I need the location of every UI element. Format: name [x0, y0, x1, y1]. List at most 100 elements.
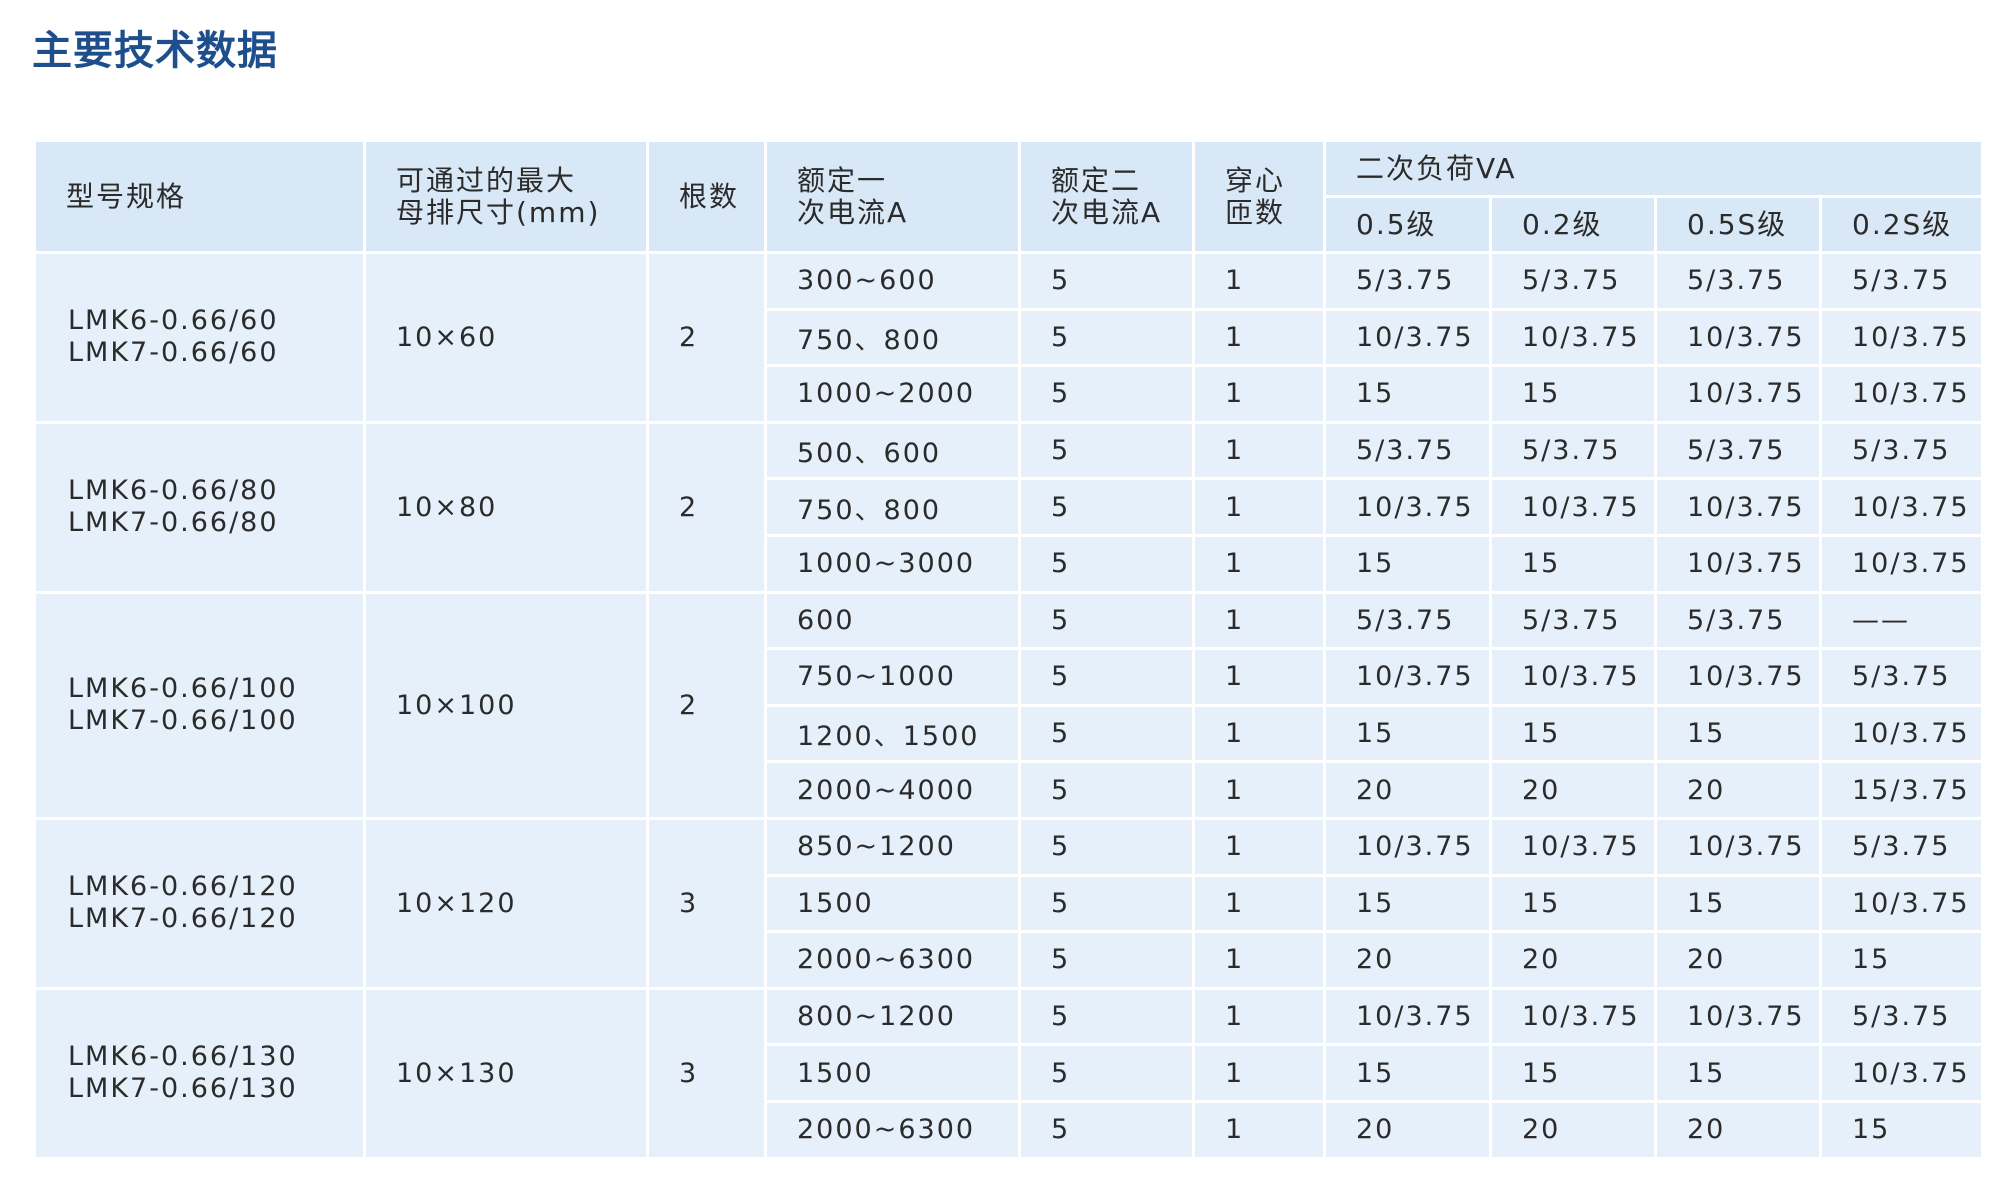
header-turns-line2: 匝数 — [1225, 195, 1286, 229]
load-cell: 15 — [1818, 1099, 1985, 1160]
turns-cell: 1 — [1192, 307, 1326, 368]
header-turns: 穿心 匝数 — [1192, 139, 1326, 254]
count-cell: 3 — [646, 816, 767, 990]
table-body: LMK6-0.66/60 LMK7-0.66/60 10×60 2 300~600 5 1 5… — [33, 251, 1985, 1160]
load-cell: 15 — [1489, 364, 1657, 424]
load-cell: 5/3.75 — [1818, 647, 1985, 707]
load-cell: 5/3.75 — [1654, 420, 1822, 481]
turns-cell: 1 — [1192, 647, 1326, 707]
load-cell: 20 — [1654, 760, 1822, 820]
load-cell: 10/3.75 — [1654, 307, 1822, 368]
primary-current-cell: 2000~6300 — [764, 1099, 1021, 1160]
load-cell: 20 — [1489, 760, 1657, 820]
header-busbar: 可通过的最大 母排尺寸(mm) — [363, 139, 649, 254]
load-cell: 10/3.75 — [1654, 986, 1822, 1047]
load-cell: 10/3.75 — [1489, 986, 1657, 1047]
table-row: LMK6-0.66/120 LMK7-0.66/120 10×120 3 850~120… — [33, 816, 1985, 990]
busbar-cell: 10×100 — [363, 590, 649, 820]
load-cell: 15/3.75 — [1818, 760, 1985, 820]
load-cell: 15 — [1489, 703, 1657, 764]
secondary-current-cell: 5 — [1018, 703, 1195, 764]
load-cell: 20 — [1323, 760, 1492, 820]
load-cell: 20 — [1489, 1099, 1657, 1160]
load-cell: 10/3.75 — [1654, 364, 1822, 424]
load-cell: 10/3.75 — [1323, 986, 1492, 1047]
load-cell: 20 — [1489, 930, 1657, 990]
model-name: LMK7-0.66/80 — [68, 507, 279, 539]
load-cell: 5/3.75 — [1654, 251, 1822, 311]
secondary-current-cell: 5 — [1018, 420, 1195, 481]
count-cell: 3 — [646, 986, 767, 1160]
turns-cell: 1 — [1192, 477, 1326, 537]
secondary-current-cell: 5 — [1018, 533, 1195, 594]
table-row: LMK6-0.66/80 LMK7-0.66/80 10×80 2 500、600 5 1 5… — [33, 420, 1985, 594]
secondary-current-cell: 5 — [1018, 816, 1195, 877]
load-cell: 10/3.75 — [1489, 647, 1657, 707]
secondary-current-cell: 5 — [1018, 986, 1195, 1047]
turns-cell: 1 — [1192, 816, 1326, 877]
load-cell: 10/3.75 — [1818, 1043, 1985, 1103]
table-row: LMK6-0.66/100 LMK7-0.66/100 10×100 2 600 5 1 5/… — [33, 590, 1985, 820]
model-name: LMK6-0.66/120 — [68, 871, 298, 903]
secondary-current-cell: 5 — [1018, 364, 1195, 424]
load-cell: 5/3.75 — [1489, 420, 1657, 481]
load-cell: 5/3.75 — [1818, 420, 1985, 481]
load-cell: 20 — [1323, 930, 1492, 990]
load-cell: 5/3.75 — [1654, 590, 1822, 651]
load-cell: 15 — [1323, 703, 1492, 764]
load-cell: 20 — [1654, 930, 1822, 990]
turns-cell: 1 — [1192, 251, 1326, 311]
secondary-current-cell: 5 — [1018, 760, 1195, 820]
turns-cell: 1 — [1192, 986, 1326, 1047]
header-load-class-0.2: 0.2级 — [1489, 195, 1657, 254]
primary-current-cell: 2000~6300 — [764, 930, 1021, 990]
load-cell: 10/3.75 — [1818, 873, 1985, 934]
primary-current-cell: 800~1200 — [764, 986, 1021, 1047]
load-cell: 10/3.75 — [1323, 816, 1492, 877]
header-busbar-line2: 母排尺寸(mm) — [396, 195, 601, 229]
load-cell: 10/3.75 — [1323, 647, 1492, 707]
model-name: LMK6-0.66/100 — [68, 673, 298, 705]
primary-current-cell: 850~1200 — [764, 816, 1021, 877]
header-model: 型号规格 — [33, 139, 366, 254]
load-cell: 10/3.75 — [1323, 307, 1492, 368]
load-cell: 10/3.75 — [1654, 477, 1822, 537]
model-name: LMK6-0.66/80 — [68, 475, 279, 507]
turns-cell: 1 — [1192, 1099, 1326, 1160]
header-primary: 额定一 次电流A — [764, 139, 1021, 254]
load-cell: 15 — [1489, 533, 1657, 594]
primary-current-cell: 1200、1500 — [764, 703, 1021, 764]
header-primary-line1: 额定一 — [797, 163, 888, 197]
header-load-class-0.2s: 0.2S级 — [1818, 195, 1985, 254]
model-name: LMK7-0.66/130 — [68, 1073, 298, 1105]
table-row: LMK6-0.66/60 LMK7-0.66/60 10×60 2 300~600 5 1 5… — [33, 251, 1985, 424]
secondary-current-cell: 5 — [1018, 307, 1195, 368]
load-cell: 5/3.75 — [1323, 251, 1492, 311]
load-cell: 5/3.75 — [1323, 590, 1492, 651]
load-cell: 10/3.75 — [1818, 364, 1985, 424]
model-cell: LMK6-0.66/130 LMK7-0.66/130 — [33, 986, 366, 1160]
header-secondary: 额定二 次电流A — [1018, 139, 1195, 254]
turns-cell: 1 — [1192, 760, 1326, 820]
count-cell: 2 — [646, 251, 767, 424]
spec-table: 型号规格 可通过的最大 母排尺寸(mm) 根数 额定一 次电流A 额定二 次电流… — [33, 139, 1985, 1160]
primary-current-cell: 750、800 — [764, 477, 1021, 537]
secondary-current-cell: 5 — [1018, 590, 1195, 651]
model-name: LMK7-0.66/120 — [68, 903, 298, 935]
turns-cell: 1 — [1192, 364, 1326, 424]
model-cell: LMK6-0.66/120 LMK7-0.66/120 — [33, 816, 366, 990]
secondary-current-cell: 5 — [1018, 873, 1195, 934]
load-cell: 15 — [1654, 703, 1822, 764]
turns-cell: 1 — [1192, 1043, 1326, 1103]
model-cell: LMK6-0.66/80 LMK7-0.66/80 — [33, 420, 366, 594]
page-title: 主要技术数据 — [32, 28, 278, 74]
header-load-class-0.5s: 0.5S级 — [1654, 195, 1822, 254]
load-cell: 5/3.75 — [1818, 816, 1985, 877]
load-cell: 5/3.75 — [1818, 986, 1985, 1047]
load-cell: 15 — [1323, 533, 1492, 594]
load-cell: 15 — [1654, 873, 1822, 934]
busbar-cell: 10×120 — [363, 816, 649, 990]
primary-current-cell: 750~1000 — [764, 647, 1021, 707]
secondary-current-cell: 5 — [1018, 1043, 1195, 1103]
load-cell: 10/3.75 — [1323, 477, 1492, 537]
